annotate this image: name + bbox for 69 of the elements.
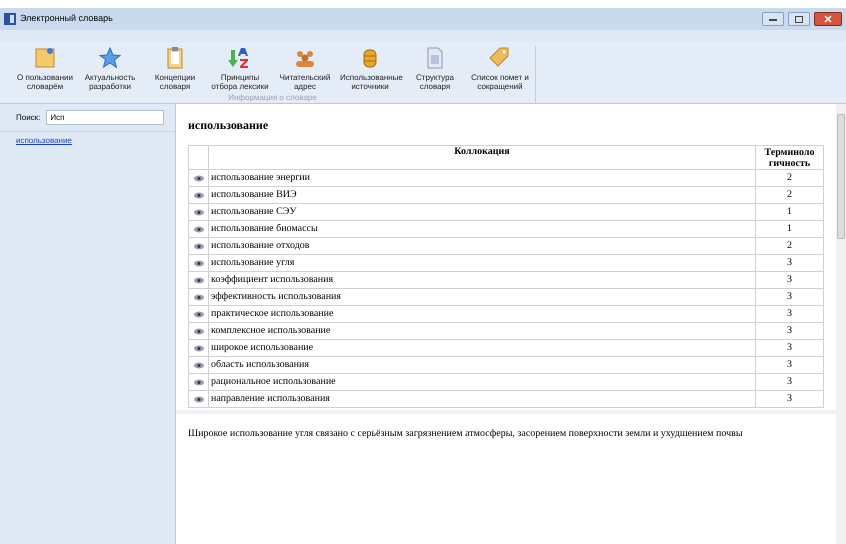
terminology-cell: 3 [756, 272, 824, 288]
minimize-icon [769, 18, 777, 20]
scrollbar[interactable] [836, 104, 846, 410]
terminology-cell: 3 [756, 374, 824, 390]
eye-icon[interactable] [194, 208, 204, 216]
eye-icon[interactable] [194, 192, 204, 199]
eye-icon[interactable] [194, 344, 204, 352]
eye-icon[interactable] [194, 294, 204, 301]
ribbon-button[interactable]: Концепции словаря [144, 46, 206, 91]
example-text: Широкое использование угля связано с серьёзным загрязнением атмосферы, засорением поверхности земли и ухудшением почвы [187, 427, 744, 441]
notepad-icon [33, 46, 57, 70]
ribbon-button[interactable]: О пользовании словарём [14, 46, 76, 91]
collocation-cell: эффективность использования [208, 288, 756, 306]
terminology-cell: 2 [756, 186, 824, 204]
column-header: Терминоло гичность [756, 146, 824, 170]
collocation-cell: использование энергии [208, 170, 756, 186]
terminology-cell: 1 [756, 204, 824, 220]
eye-icon[interactable] [194, 362, 204, 369]
collocation-cell: комплексное использование [208, 322, 756, 340]
eye-icon[interactable] [194, 226, 204, 233]
collocation-cell: использование угля [208, 254, 756, 272]
terminology-cell: 1 [756, 220, 824, 238]
eye-icon[interactable] [194, 242, 204, 250]
minimize-button[interactable] [762, 12, 784, 26]
eye-icon[interactable] [194, 260, 204, 267]
collocation-cell: использование отходов [208, 238, 756, 254]
eye-icon[interactable] [194, 396, 204, 403]
terminology-cell: 2 [756, 170, 824, 186]
terminology-cell: 3 [756, 288, 824, 306]
terminology-cell: 3 [756, 390, 824, 408]
maximize-button[interactable] [788, 12, 810, 26]
eye-icon[interactable] [194, 328, 204, 335]
collocation-cell: коэффициент использования [208, 272, 756, 288]
eye-icon[interactable] [194, 378, 204, 386]
search-field[interactable]: Исп [46, 110, 164, 125]
ribbon-button[interactable]: Читательский адрес [274, 46, 336, 91]
column-header: Коллокация [208, 146, 756, 170]
collocation-cell: направление использования [208, 390, 756, 408]
close-button[interactable] [814, 12, 842, 26]
collocation-cell: использование биомассы [208, 220, 756, 238]
search-label: Поиск: [16, 112, 40, 124]
collocation-cell: практическое использование [208, 306, 756, 322]
collocation-cell: использование СЭУ [208, 204, 756, 220]
ribbon-button[interactable]: Принципы отбора лексики [209, 46, 271, 91]
collocation-cell: использование ВИЭ [208, 186, 756, 204]
collocation-cell: область использования [208, 356, 756, 374]
group-label: Информация о словаре [228, 92, 317, 104]
ribbon-button[interactable]: Структура словаря [404, 46, 466, 91]
close-icon [824, 15, 832, 23]
headword: использование [188, 117, 270, 134]
eye-icon[interactable] [194, 276, 204, 284]
collocation-cell: широкое использование [208, 340, 756, 356]
terminology-cell: 3 [756, 254, 824, 272]
eye-icon[interactable] [194, 310, 204, 318]
app-icon [4, 13, 16, 25]
terminology-cell: 3 [756, 340, 824, 356]
collocation-cell: рациональное использование [208, 374, 756, 390]
eye-icon[interactable] [194, 174, 204, 182]
window-title: Электронный словарь [20, 12, 113, 26]
star-icon [98, 46, 122, 70]
terminology-cell: 3 [756, 322, 824, 340]
ribbon-button[interactable]: Использованные источники [339, 46, 401, 91]
ribbon-button[interactable]: Список помет и сокращений [469, 46, 531, 91]
terminology-cell: 3 [756, 356, 824, 374]
ribbon-button[interactable]: Актуальность разработки [79, 46, 141, 91]
terminology-cell: 3 [756, 306, 824, 322]
maximize-icon [795, 16, 803, 22]
result-link[interactable]: использование [0, 135, 175, 147]
terminology-cell: 2 [756, 238, 824, 254]
